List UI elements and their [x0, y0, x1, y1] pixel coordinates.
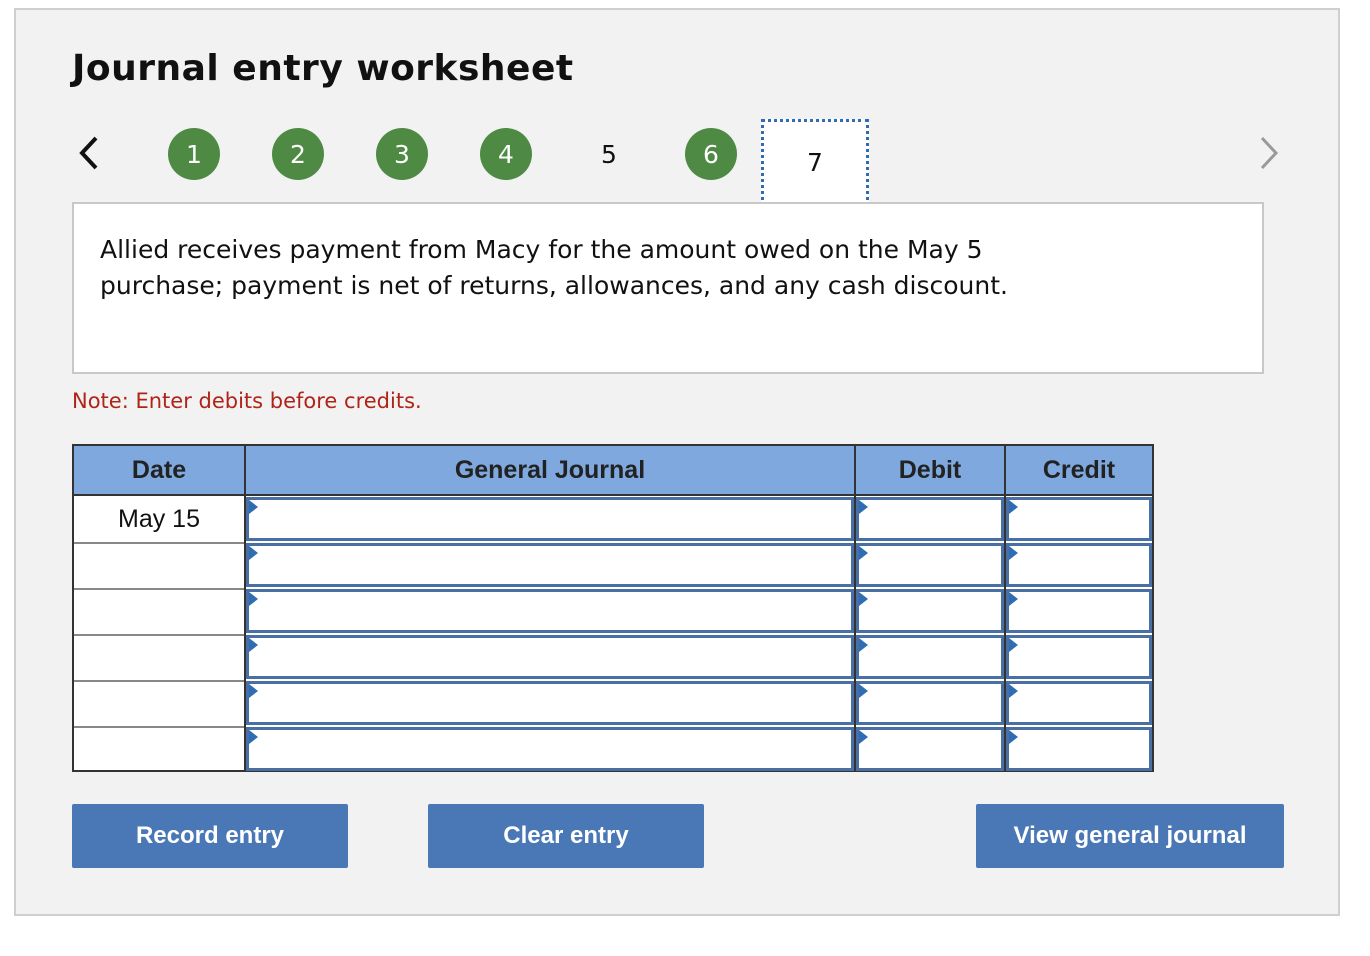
date-cell — [74, 588, 244, 634]
account-dropdown[interactable] — [246, 543, 854, 587]
date-cell — [74, 726, 244, 772]
input-marker-icon — [859, 500, 868, 514]
debit-input[interactable] — [856, 681, 1004, 725]
debit-input[interactable] — [856, 497, 1004, 541]
view-general-journal-button[interactable]: View general journal — [976, 804, 1284, 868]
step-4-button[interactable]: 4 — [480, 128, 532, 180]
input-marker-icon — [1009, 592, 1018, 606]
input-marker-icon — [859, 592, 868, 606]
chevron-left-icon[interactable] — [74, 134, 104, 172]
debit-input[interactable] — [856, 589, 1004, 633]
input-marker-icon — [859, 638, 868, 652]
input-marker-icon — [1009, 546, 1018, 560]
input-marker-icon — [1009, 638, 1018, 652]
input-marker-icon — [859, 684, 868, 698]
input-marker-icon — [859, 546, 868, 560]
account-dropdown[interactable] — [246, 681, 854, 725]
credit-input[interactable] — [1006, 681, 1152, 725]
date-cell — [74, 542, 244, 588]
input-marker-icon — [1009, 684, 1018, 698]
dropdown-marker-icon — [249, 546, 258, 560]
credit-input[interactable] — [1006, 589, 1152, 633]
step-5-button[interactable]: 5 — [583, 128, 635, 180]
input-marker-icon — [1009, 730, 1018, 744]
credit-input[interactable] — [1006, 543, 1152, 587]
date-cell — [74, 680, 244, 726]
credit-column-header: Credit — [1006, 446, 1152, 496]
page-title: Journal entry worksheet — [72, 48, 574, 89]
step-2-button[interactable]: 2 — [272, 128, 324, 180]
step-7-button[interactable]: 7 — [761, 119, 869, 206]
debit-column-header: Debit — [856, 446, 1004, 496]
dropdown-marker-icon — [249, 638, 258, 652]
credit-input[interactable] — [1006, 497, 1152, 541]
transaction-description-box: Allied receives payment from Macy for th… — [72, 202, 1264, 374]
dropdown-marker-icon — [249, 684, 258, 698]
dropdown-marker-icon — [249, 500, 258, 514]
credit-input[interactable] — [1006, 635, 1152, 679]
step-6-button[interactable]: 6 — [685, 128, 737, 180]
debit-input[interactable] — [856, 727, 1004, 771]
input-marker-icon — [859, 730, 868, 744]
account-dropdown[interactable] — [246, 589, 854, 633]
credit-input[interactable] — [1006, 727, 1152, 771]
account-dropdown[interactable] — [246, 727, 854, 771]
chevron-right-icon[interactable] — [1254, 134, 1284, 172]
dropdown-marker-icon — [249, 730, 258, 744]
journal-table: Date General Journal Debit Credit May 15 — [72, 444, 1154, 772]
transaction-description: Allied receives payment from Macy for th… — [100, 235, 1008, 300]
account-dropdown[interactable] — [246, 635, 854, 679]
debit-input[interactable] — [856, 635, 1004, 679]
entry-note: Note: Enter debits before credits. — [72, 389, 422, 413]
record-entry-button[interactable]: Record entry — [72, 804, 348, 868]
general-journal-column-header: General Journal — [246, 446, 854, 496]
account-dropdown[interactable] — [246, 497, 854, 541]
clear-entry-button[interactable]: Clear entry — [428, 804, 704, 868]
step-3-button[interactable]: 3 — [376, 128, 428, 180]
dropdown-marker-icon — [249, 592, 258, 606]
input-marker-icon — [1009, 500, 1018, 514]
date-cell: May 15 — [118, 504, 200, 533]
step-1-button[interactable]: 1 — [168, 128, 220, 180]
debit-input[interactable] — [856, 543, 1004, 587]
date-cell — [74, 634, 244, 680]
date-column-header: Date — [74, 446, 244, 496]
